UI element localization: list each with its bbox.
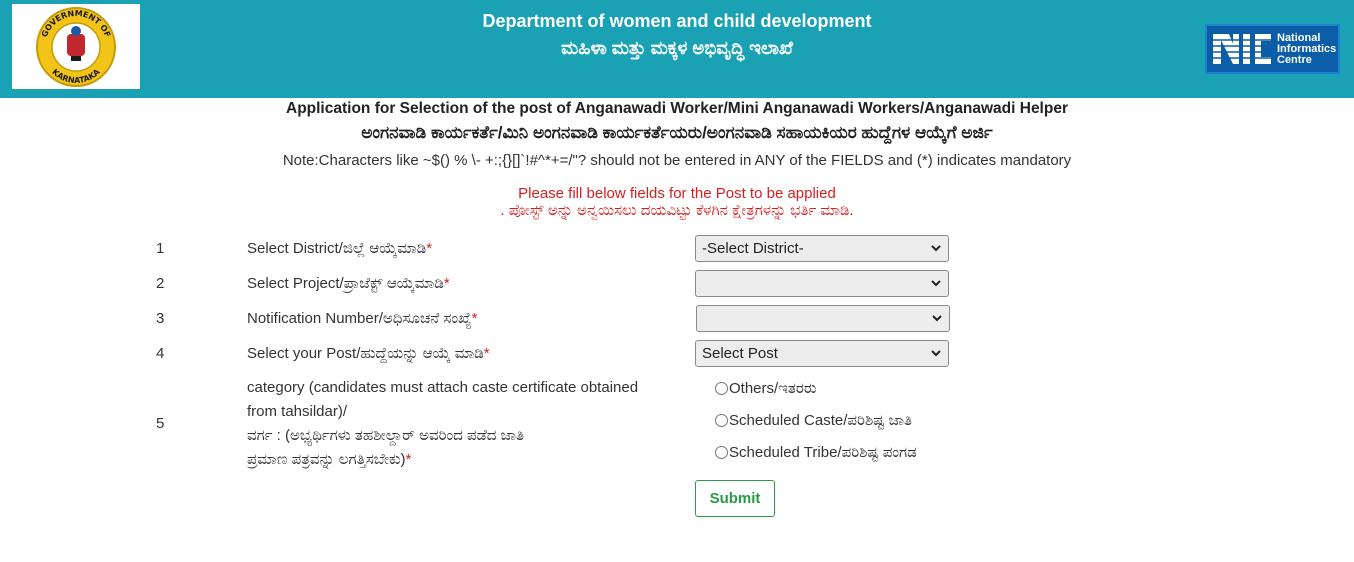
chevron-down-icon: [931, 245, 941, 252]
application-title-en: Application for Selection of the post of…: [286, 100, 1068, 117]
category-option-label: Scheduled Caste/ಪರಿಶಿಷ್ಟ ಜಾತಿ: [729, 412, 912, 429]
chevron-down-icon: [932, 315, 942, 322]
nic-logo: National Informatics Centre: [1205, 24, 1340, 74]
radio-button[interactable]: [715, 446, 728, 459]
chevron-down-icon: [931, 280, 941, 287]
nic-logo-icon: [1211, 34, 1273, 64]
nic-label: National Informatics Centre: [1277, 31, 1337, 66]
project-select[interactable]: [695, 270, 949, 297]
submit-button[interactable]: Submit: [695, 480, 775, 517]
department-title-kn: ಮಹಿಳಾ ಮತ್ತು ಮಕ್ಕಳ ಅಭಿವೃದ್ಧಿ ಇಲಾಖೆ: [561, 38, 793, 58]
application-title-kn: ಅಂಗನವಾಡಿ ಕಾರ್ಯಕರ್ತೆ/ಮಿನಿ ಅಂಗನವಾಡಿ ಕಾರ್ಯಕ…: [361, 123, 993, 142]
required-marker: *: [471, 310, 478, 327]
required-marker: *: [426, 240, 433, 257]
category-label: category (candidates must attach caste c…: [247, 379, 639, 468]
category-option-others[interactable]: Others/ಇತರರು: [715, 380, 817, 397]
row-number: 1: [156, 240, 165, 257]
district-select[interactable]: -Select District-: [695, 235, 949, 262]
category-option-label: Others/ಇತರರು: [729, 380, 817, 397]
required-marker: *: [483, 345, 490, 362]
department-title-en: Department of women and child developmen…: [482, 11, 872, 31]
category-option-label: Scheduled Tribe/ಪರಿಶಿಷ್ಟ ಪಂಗಡ: [729, 444, 917, 461]
row-number: 2: [156, 275, 165, 292]
post-label: Select your Post/ಹುದ್ದೆಯನ್ನು ಆಯ್ಕೆ ಮಾಡಿ*: [247, 345, 490, 362]
post-select[interactable]: Select Post: [695, 340, 949, 367]
project-label: Select Project/ಪ್ರಾಜೆಕ್ಟ್ ಆಯ್ಕೆಮಾಡಿ*: [247, 275, 450, 292]
row-number: 5: [156, 415, 165, 432]
page-header: GOVERNMENT OF KARNATAKA Department of wo…: [0, 0, 1354, 98]
notification-select[interactable]: [696, 305, 950, 332]
row-number: 4: [156, 345, 165, 362]
district-select-value: -Select District-: [702, 240, 804, 257]
row-number: 3: [156, 310, 165, 327]
radio-button[interactable]: [715, 382, 728, 395]
category-option-sc[interactable]: Scheduled Caste/ಪರಿಶಿಷ್ಟ ಜಾತಿ: [715, 412, 912, 429]
category-option-st[interactable]: Scheduled Tribe/ಪರಿಶಿಷ್ಟ ಪಂಗಡ: [715, 444, 917, 461]
fill-instruction-en: Please fill below fields for the Post to…: [518, 185, 836, 202]
fill-instruction-kn: . ಪೋಸ್ಟ್ ಅನ್ನು ಅನ್ವಯಿಸಲು ದಯವಿಟ್ಟು ಕೆಳಗಿನ…: [500, 202, 854, 219]
required-marker: *: [405, 451, 412, 468]
notification-label: Notification Number/ಅಧಿಸೂಚನೆ ಸಂಖ್ಯೆ*: [247, 310, 478, 327]
radio-button[interactable]: [715, 414, 728, 427]
input-note: Note:Characters like ~$() % \- +:;{}[]`!…: [282, 152, 1072, 169]
chevron-down-icon: [931, 350, 941, 357]
post-select-value: Select Post: [702, 345, 778, 362]
district-label: Select District/ಜಿಲ್ಲೆ ಆಯ್ಕೆಮಾಡಿ*: [247, 240, 433, 257]
required-marker: *: [443, 275, 450, 292]
